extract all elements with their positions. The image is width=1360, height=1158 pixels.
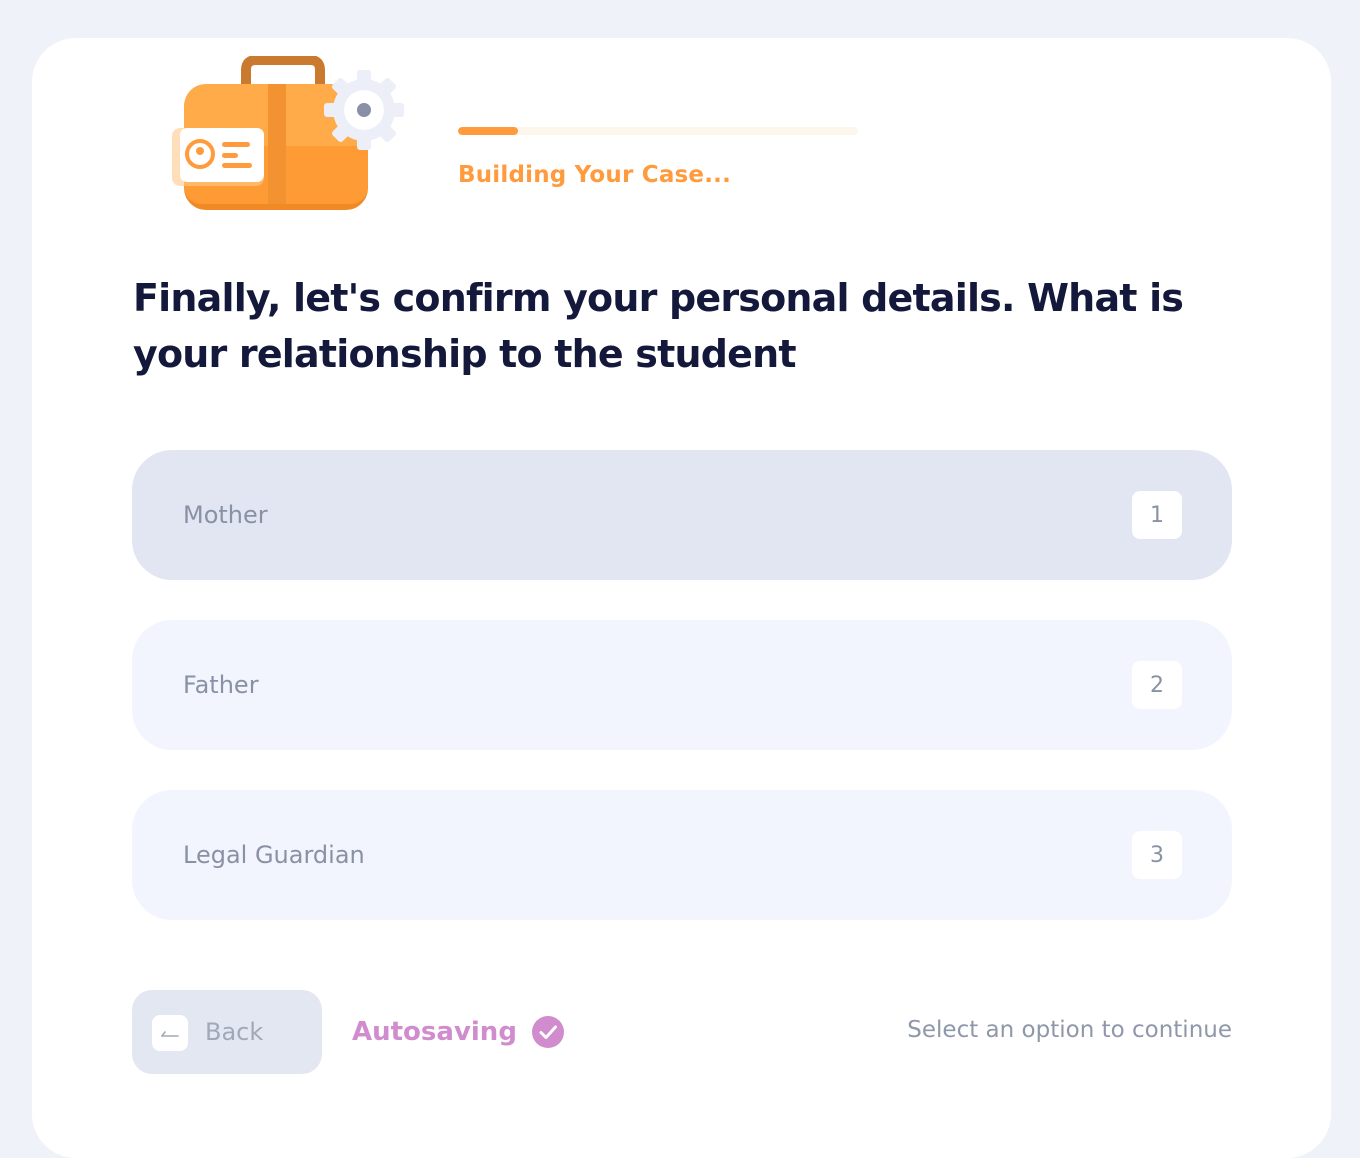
back-button[interactable]: Back <box>132 990 322 1074</box>
checkmark-circle-icon <box>531 1016 564 1048</box>
option-legal-guardian[interactable]: Legal Guardian 3 <box>132 790 1232 920</box>
progress-bar-fill <box>458 127 518 135</box>
progress-label: Building Your Case... <box>458 162 732 188</box>
progress-bar <box>458 127 858 135</box>
option-mother[interactable]: Mother 1 <box>132 450 1232 580</box>
option-shortcut-key: 2 <box>1132 661 1182 709</box>
option-label: Legal Guardian <box>183 841 365 869</box>
autosave-label: Autosaving <box>352 1017 517 1047</box>
arrow-left-icon <box>152 1015 188 1051</box>
option-father[interactable]: Father 2 <box>132 620 1232 750</box>
back-label: Back <box>205 1018 264 1046</box>
option-label: Father <box>183 671 259 699</box>
continue-hint: Select an option to continue <box>907 1017 1232 1043</box>
option-label: Mother <box>183 501 268 529</box>
option-shortcut-key: 3 <box>1132 831 1182 879</box>
briefcase-gear-illustration <box>172 56 404 210</box>
question-heading: Finally, let's confirm your personal det… <box>133 276 1184 376</box>
option-shortcut-key: 1 <box>1132 491 1182 539</box>
autosave-status: Autosaving <box>352 1015 565 1049</box>
